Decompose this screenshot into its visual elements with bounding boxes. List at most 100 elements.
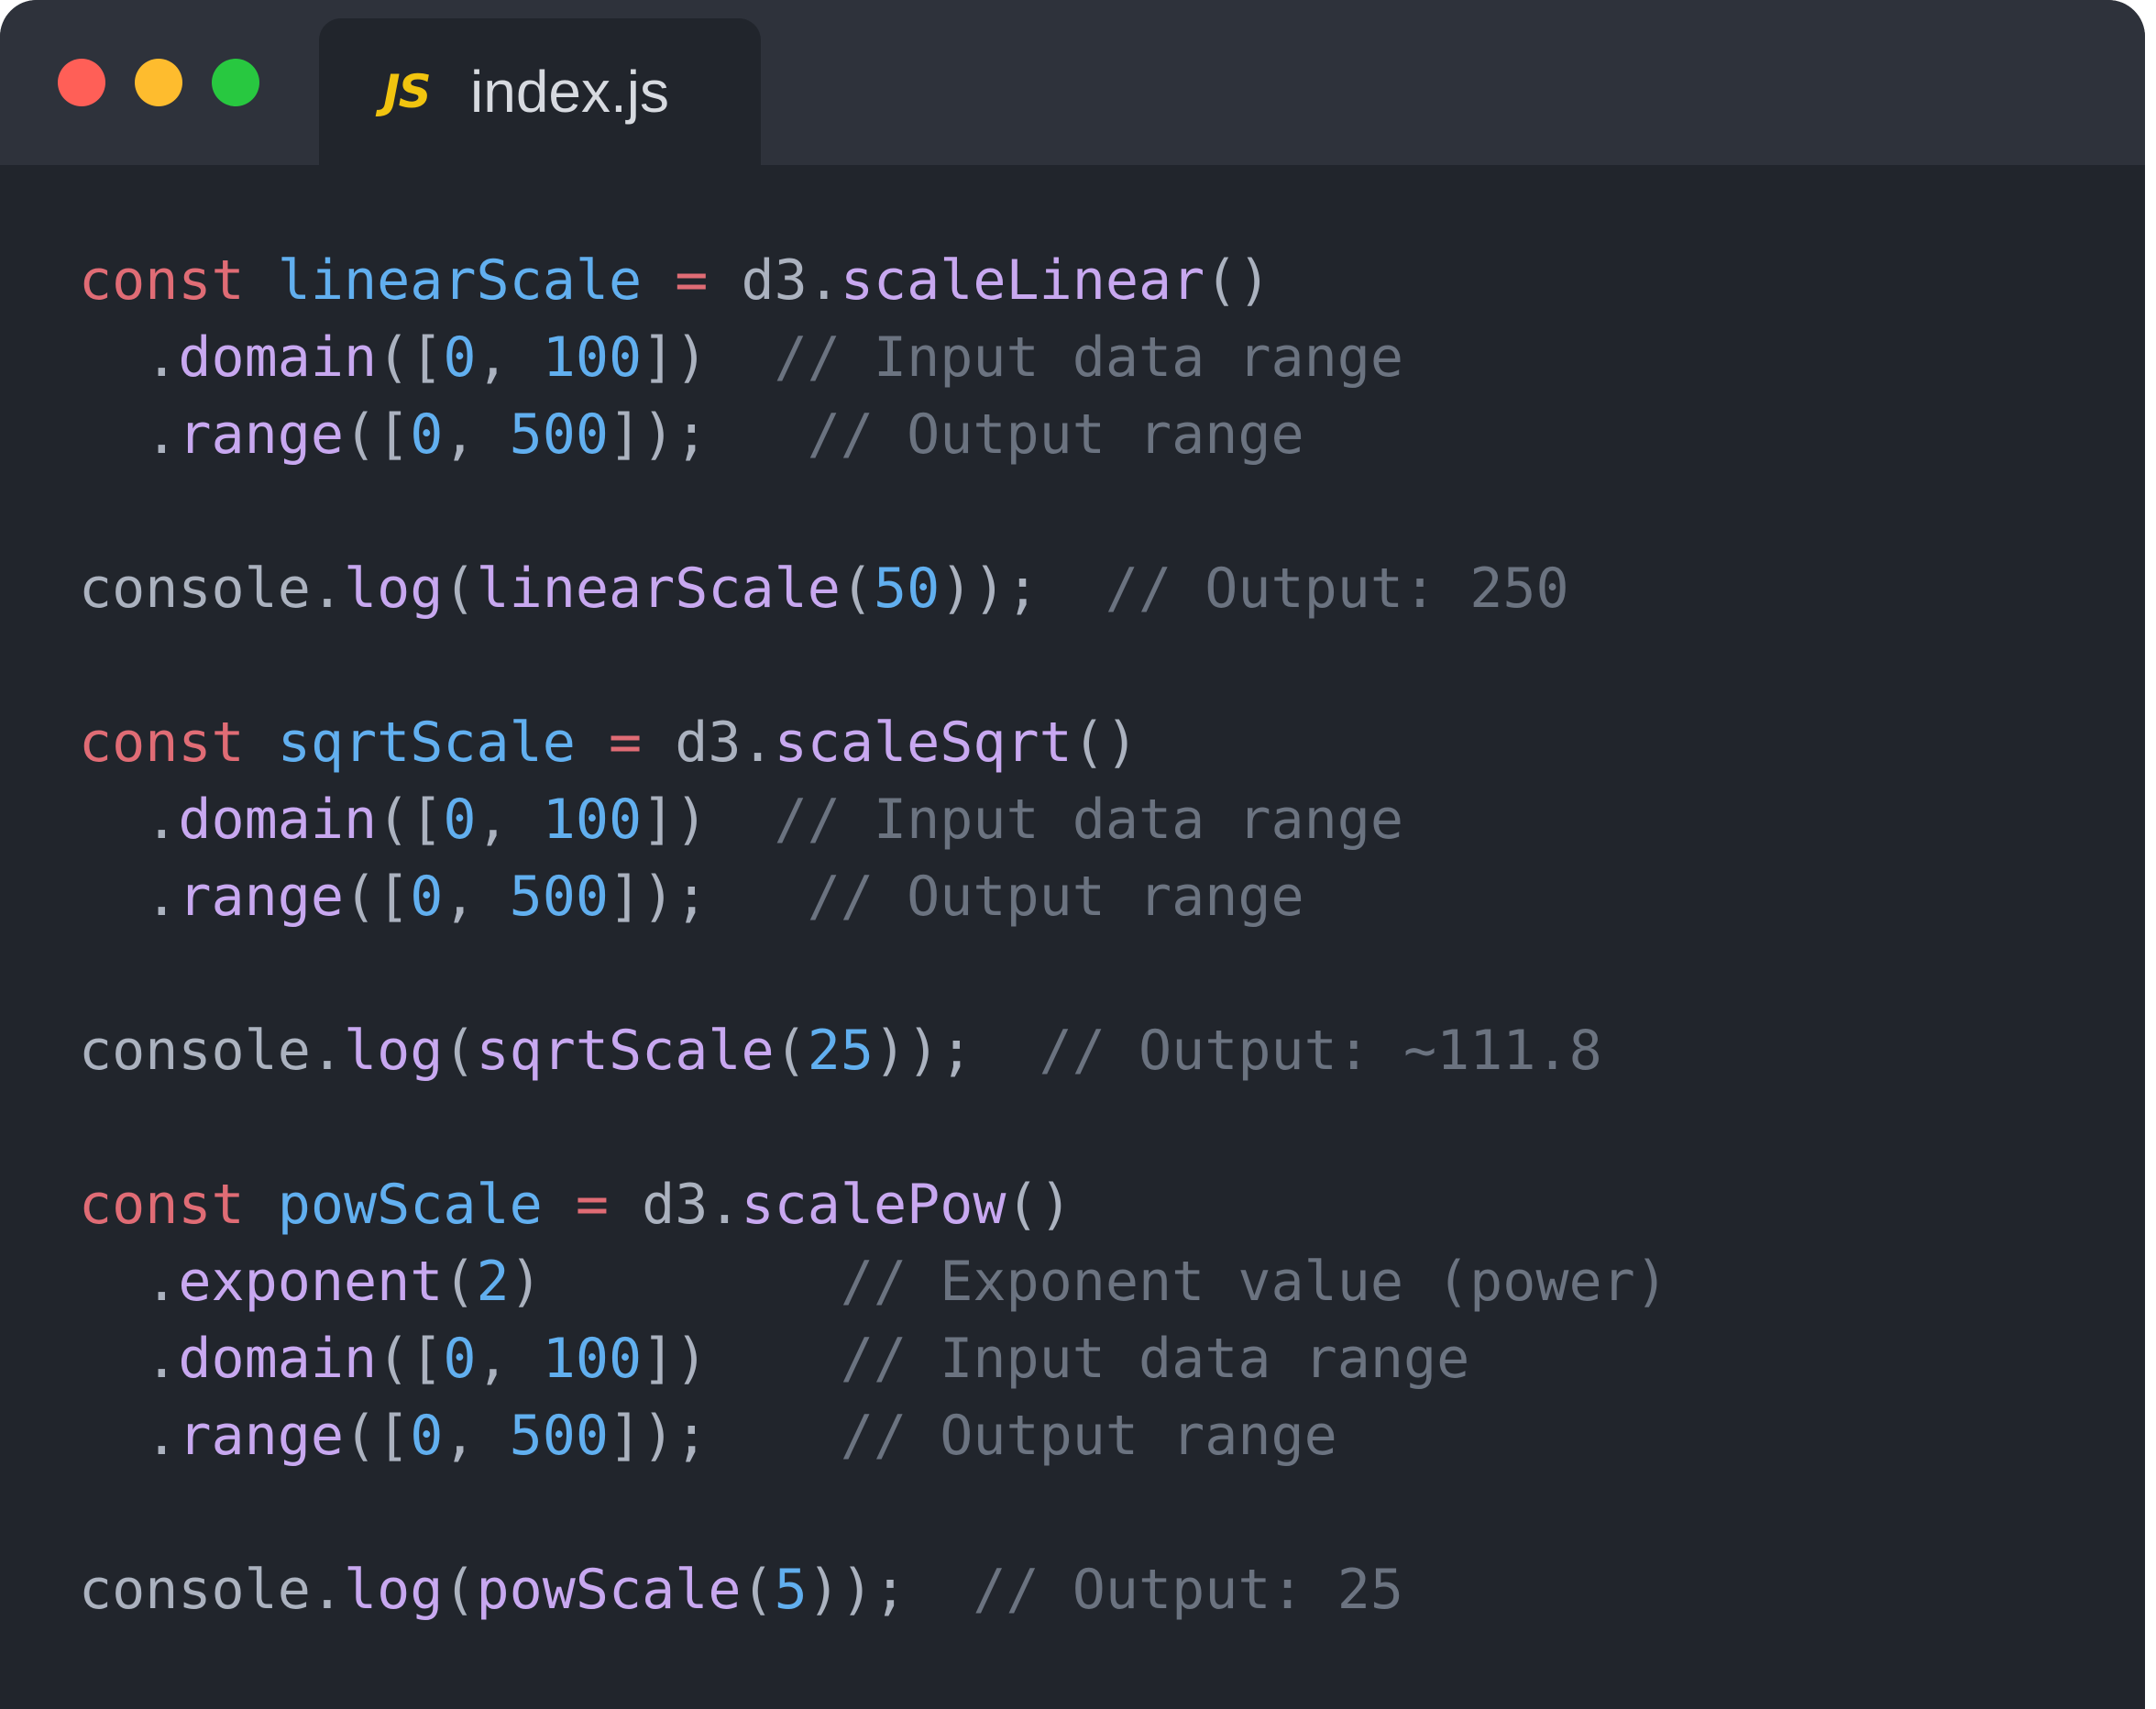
- plain-token: (: [443, 1250, 477, 1314]
- code-line: .domain([0, 100]) // Input data range: [79, 1320, 1668, 1397]
- plain-token: ([: [344, 1404, 411, 1468]
- plain-token: console.: [79, 1558, 344, 1622]
- plain-token: (: [443, 1019, 477, 1083]
- plain-token: ([: [344, 402, 411, 467]
- number-token: 500: [509, 402, 609, 467]
- title-bar: JS index.js: [0, 0, 2145, 165]
- number-token: 2: [476, 1250, 510, 1314]
- number-token: 5: [774, 1558, 808, 1622]
- code-line: .domain([0, 100]) // Input data range: [79, 781, 1668, 858]
- plain-token: ([: [377, 788, 444, 852]
- maximize-window-button[interactable]: [212, 59, 259, 106]
- keyword-token: const: [79, 1173, 245, 1237]
- number-token: 500: [509, 1404, 609, 1468]
- plain-token: d3.: [708, 248, 841, 313]
- tab-label: index.js: [470, 59, 669, 125]
- function-token: scaleSqrt: [774, 711, 1072, 775]
- plain-token: ));: [940, 557, 1106, 621]
- plain-token: .: [79, 788, 179, 852]
- function-token: linearScale: [476, 557, 841, 621]
- comment-token: // Exponent value (power): [840, 1250, 1668, 1314]
- plain-token: .: [79, 402, 179, 467]
- plain-token: ,: [476, 1327, 543, 1391]
- plain-token: ,: [443, 1404, 510, 1468]
- number-token: 0: [410, 402, 444, 467]
- plain-token: (: [774, 1019, 808, 1083]
- plain-token: ));: [873, 1019, 1040, 1083]
- function-token: sqrtScale: [476, 1019, 775, 1083]
- plain-token: ]): [642, 1327, 841, 1391]
- comment-token: // Output: ~111.8: [1039, 1019, 1602, 1083]
- number-token: 100: [542, 325, 643, 390]
- number-token: 0: [443, 788, 477, 852]
- plain-token: ]);: [609, 1404, 841, 1468]
- tab-index-js[interactable]: JS index.js: [319, 18, 761, 165]
- number-token: 100: [542, 788, 643, 852]
- variable-token: powScale: [277, 1173, 543, 1237]
- plain-token: (): [1006, 1173, 1072, 1237]
- code-line: console.log(powScale(5)); // Output: 25: [79, 1551, 1668, 1628]
- function-token: exponent: [178, 1250, 444, 1314]
- plain-token: console.: [79, 1019, 344, 1083]
- number-token: 0: [443, 1327, 477, 1391]
- plain-token: ]);: [609, 402, 808, 467]
- javascript-file-icon: JS: [383, 65, 432, 118]
- comment-token: // Output range: [807, 402, 1304, 467]
- plain-token: ]): [642, 788, 775, 852]
- function-token: range: [178, 865, 344, 929]
- code-line: console.log(linearScale(50)); // Output:…: [79, 550, 1668, 627]
- plain-token: (: [443, 557, 477, 621]
- keyword-token: const: [79, 711, 245, 775]
- minimize-window-button[interactable]: [135, 59, 182, 106]
- function-token: log: [343, 1558, 444, 1622]
- plain-token: console.: [79, 557, 344, 621]
- plain-token: ([: [344, 865, 411, 929]
- code-line: .domain([0, 100]) // Input data range: [79, 319, 1668, 396]
- plain-token: ,: [476, 788, 543, 852]
- function-token: log: [343, 557, 444, 621]
- plain-token: ,: [443, 865, 510, 929]
- function-token: range: [178, 1404, 344, 1468]
- function-token: scalePow: [741, 1173, 1006, 1237]
- plain-token: ,: [476, 325, 543, 390]
- number-token: 500: [509, 865, 609, 929]
- plain-token: .: [79, 1404, 179, 1468]
- comment-token: // Input data range: [774, 325, 1403, 390]
- variable-token: linearScale: [277, 248, 643, 313]
- plain-token: d3.: [642, 711, 775, 775]
- code-line: .range([0, 500]); // Output range: [79, 1397, 1668, 1474]
- code-line: .exponent(2) // Exponent value (power): [79, 1243, 1668, 1320]
- operator-token: =: [608, 711, 643, 775]
- number-token: 25: [807, 1019, 874, 1083]
- code-line: .range([0, 500]); // Output range: [79, 858, 1668, 935]
- comment-token: // Input data range: [774, 788, 1403, 852]
- comment-token: // Input data range: [840, 1327, 1470, 1391]
- plain-token: .: [79, 865, 179, 929]
- function-token: domain: [178, 325, 378, 390]
- plain-token: .: [79, 1250, 179, 1314]
- number-token: 0: [410, 865, 444, 929]
- plain-token: ]): [642, 325, 775, 390]
- variable-token: sqrtScale: [277, 711, 576, 775]
- plain-token: ([: [377, 325, 444, 390]
- code-line: .range([0, 500]); // Output range: [79, 396, 1668, 473]
- operator-token: =: [675, 248, 709, 313]
- function-token: domain: [178, 788, 378, 852]
- number-token: 50: [873, 557, 940, 621]
- operator-token: =: [575, 1173, 609, 1237]
- function-token: powScale: [476, 1558, 742, 1622]
- plain-token: d3.: [608, 1173, 742, 1237]
- code-editor[interactable]: const linearScale = d3.scaleLinear() .do…: [79, 242, 1668, 1628]
- close-window-button[interactable]: [58, 59, 105, 106]
- plain-token: (): [1204, 248, 1271, 313]
- plain-token: (: [840, 557, 874, 621]
- code-line: const linearScale = d3.scaleLinear(): [79, 242, 1668, 319]
